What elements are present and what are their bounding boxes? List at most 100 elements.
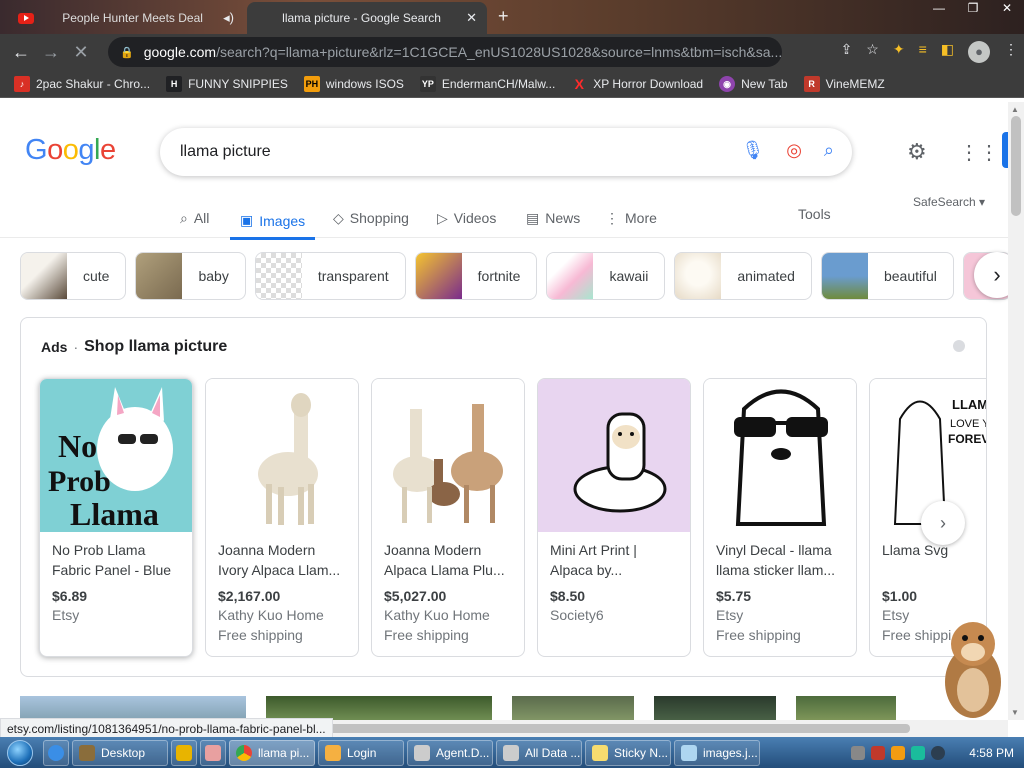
chip-animated[interactable]: animated	[674, 252, 812, 300]
taskbar-item[interactable]: images.j...	[674, 739, 760, 766]
tab-mute-icon[interactable]: ◂)	[223, 10, 234, 26]
product-card[interactable]: Vinyl Decal - llama llama sticker llam..…	[703, 378, 857, 657]
close-window-icon[interactable]: ✕	[990, 0, 1024, 18]
taskbar-ie-icon[interactable]	[43, 739, 69, 766]
tray-app-icon[interactable]	[891, 745, 906, 760]
chip-cute[interactable]: cute	[20, 252, 127, 300]
bookmark-item[interactable]: R VineMEMZ	[803, 75, 885, 92]
search-query[interactable]: llama picture	[180, 143, 271, 161]
share-icon[interactable]: ⇪	[841, 41, 853, 63]
tab-all[interactable]: ⌕ All	[180, 204, 209, 232]
side-panel-icon[interactable]: ◧	[941, 41, 954, 63]
taskbar-item[interactable]	[200, 739, 226, 766]
google-logo[interactable]: Google	[25, 134, 116, 167]
minimize-icon[interactable]: —	[922, 0, 956, 18]
product-seller: Etsy	[52, 607, 80, 623]
media-icon[interactable]: ≡	[919, 41, 927, 63]
bookmark-item[interactable]: PH windows ISOS	[303, 75, 404, 92]
tools-button[interactable]: Tools	[798, 206, 831, 222]
scrollbar-thumb[interactable]	[320, 724, 910, 733]
back-icon[interactable]: ←	[6, 42, 36, 63]
bookmark-item[interactable]: H FUNNY SNIPPIES	[166, 75, 288, 92]
lens-camera-icon[interactable]: ◎	[786, 140, 802, 161]
product-card[interactable]: Mini Art Print | Alpaca by... $8.50 Soci…	[537, 378, 691, 657]
tab-images[interactable]: ▣ Images	[230, 204, 316, 240]
profile-avatar-icon[interactable]: ●	[968, 41, 990, 63]
product-info: Vinyl Decal - llama llama sticker llam..…	[704, 532, 856, 651]
extensions-icon[interactable]: ✦	[893, 41, 905, 63]
image-result[interactable]	[654, 696, 776, 720]
taskbar-item[interactable]: All Data ...	[496, 739, 582, 766]
tray-app-icon[interactable]	[871, 745, 886, 760]
ad-info-icon[interactable]	[953, 340, 965, 352]
vertical-scrollbar[interactable]: ▲ ▼	[1008, 102, 1024, 720]
stop-loading-icon[interactable]: ✕	[66, 42, 96, 63]
image-result[interactable]	[20, 696, 246, 720]
tab-more[interactable]: ⋮ More	[605, 204, 657, 232]
carousel-next-chevron-icon[interactable]: ›	[921, 501, 965, 545]
tab-shopping[interactable]: ◇ Shopping	[333, 204, 409, 232]
tray-app-icon[interactable]	[911, 745, 926, 760]
clock[interactable]: 4:58 PM	[969, 746, 1014, 760]
settings-gear-icon[interactable]: ⚙	[907, 139, 927, 165]
tray-app-icon[interactable]	[851, 745, 866, 760]
safesearch-dropdown[interactable]: SafeSearch ▾	[913, 195, 985, 209]
new-tab-icon[interactable]: +	[498, 6, 509, 27]
bookmark-item[interactable]: ◉ New Tab	[719, 75, 788, 92]
chip-kawaii[interactable]: kawaii	[546, 252, 666, 300]
scroll-down-icon[interactable]: ▼	[1011, 708, 1019, 717]
bookmark-star-icon[interactable]: ☆	[866, 41, 879, 63]
browser-tab-active[interactable]: llama picture - Google Search ✕	[247, 2, 487, 34]
microphone-icon[interactable]: 🎙	[741, 140, 764, 161]
tab-videos[interactable]: ▷ Videos	[437, 204, 496, 232]
search-icon[interactable]: ⌕	[824, 140, 834, 161]
google-apps-icon[interactable]: ⋮⋮⋮	[959, 140, 1008, 165]
taskbar-item[interactable]: Login	[318, 739, 404, 766]
bookmark-item[interactable]: ♪ 2pac Shakur - Chro...	[14, 75, 150, 92]
taskbar-item[interactable]: Desktop	[72, 739, 168, 766]
desktop-icon	[79, 744, 95, 761]
search-input[interactable]: llama picture 🎙 ◎ ⌕	[160, 128, 852, 176]
image-result[interactable]	[796, 696, 896, 720]
taskbar-item[interactable]	[171, 739, 197, 766]
taskbar-item[interactable]: Agent.D...	[407, 739, 493, 766]
product-price: $8.50	[550, 588, 586, 604]
bookmark-icon: PH	[303, 75, 320, 92]
start-button[interactable]	[0, 737, 40, 768]
scroll-up-icon[interactable]: ▲	[1011, 105, 1019, 114]
tray-volume-icon[interactable]	[931, 745, 946, 760]
product-card[interactable]: Joanna Modern Alpaca Llama Plu... $5,027…	[371, 378, 525, 657]
news-icon: ▤	[526, 209, 540, 226]
image-result[interactable]	[266, 696, 492, 720]
product-card[interactable]: Joanna Modern Ivory Alpaca Llam... $2,16…	[205, 378, 359, 657]
maximize-icon[interactable]: ❐	[956, 0, 990, 18]
sticky-notes-icon	[592, 744, 608, 761]
hamster-mascot	[945, 622, 1001, 718]
youtube-icon	[18, 12, 34, 24]
tab-close-icon[interactable]: ✕	[466, 10, 477, 26]
windows-orb-icon	[7, 739, 33, 766]
url-host: google.com	[143, 44, 217, 60]
media-player-icon	[176, 744, 192, 761]
taskbar-item[interactable]: Sticky N...	[585, 739, 671, 766]
forward-icon[interactable]: →	[36, 42, 66, 63]
bookmark-label: FUNNY SNIPPIES	[188, 76, 288, 91]
browser-tab-inactive[interactable]: People Hunter Meets Deal ◂)	[8, 2, 244, 34]
bookmark-item[interactable]: YP EndermanCH/Malw...	[419, 75, 555, 92]
scrollbar-thumb[interactable]	[1011, 116, 1021, 216]
chip-baby[interactable]: baby	[135, 252, 246, 300]
menu-kebab-icon[interactable]: ⋮	[1004, 41, 1018, 63]
lock-icon[interactable]: 🔒	[120, 46, 134, 59]
product-card[interactable]: No Prob Llama No Prob Llama Fabric Panel…	[39, 378, 193, 657]
product-seller: Society6	[550, 607, 604, 623]
chip-thumbnail	[821, 253, 868, 299]
address-bar[interactable]: 🔒 google.com /search?q=llama+picture&rlz…	[108, 37, 782, 67]
image-result[interactable]	[512, 696, 634, 720]
bookmark-item[interactable]: X XP Horror Download	[571, 76, 704, 92]
bookmark-icon: ♪	[14, 75, 30, 92]
chip-beautiful[interactable]: beautiful	[820, 252, 954, 300]
chip-transparent[interactable]: transparent	[254, 252, 406, 300]
tab-news[interactable]: ▤ News	[526, 204, 580, 232]
chip-fortnite[interactable]: fortnite	[414, 252, 538, 300]
taskbar-item-chrome[interactable]: llama pi...	[229, 739, 315, 766]
